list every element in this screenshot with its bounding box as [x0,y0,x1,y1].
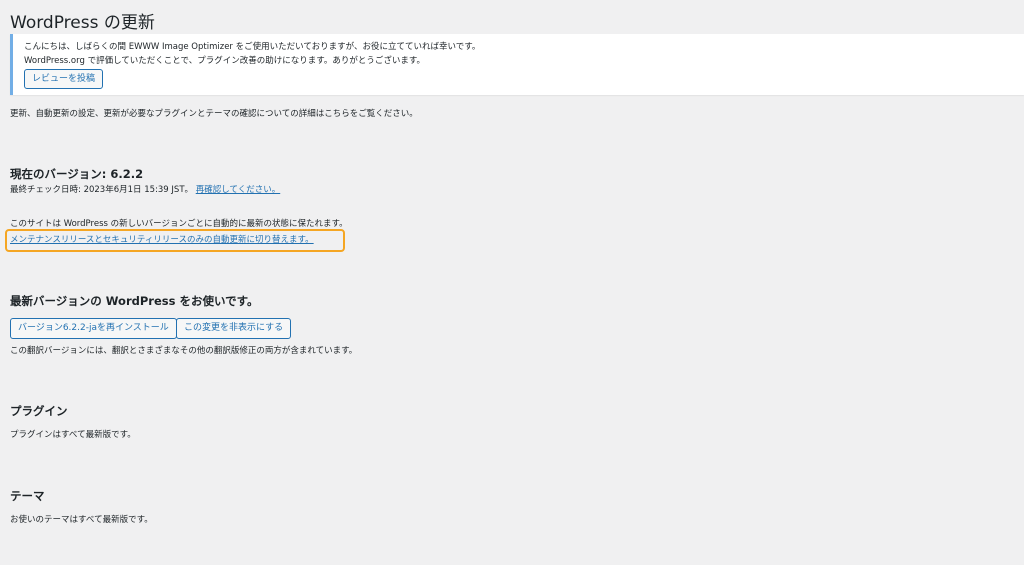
plugins-heading: プラグイン [10,404,68,418]
notice-message-line1: こんにちは、しばらくの間 EWWW Image Optimizer をご使用いた… [24,42,481,52]
themes-heading: テーマ [10,489,45,503]
post-review-button[interactable]: レビューを投稿 [24,69,104,89]
reinstall-button[interactable]: バージョン6.2.2-jaを再インストール [10,318,177,339]
translation-note: この翻訳バージョンには、翻訳とさまざまなその他の翻訳版修正の両方が含まれています… [10,346,358,356]
intro-text: 更新、自動更新の設定、更新が必要なプラグインとテーマの確認についての詳細はこちら… [10,109,418,119]
page-title: WordPress の更新 [10,13,155,33]
plugins-status: プラグインはすべて最新版です。 [10,430,136,440]
current-version-heading: 現在のバージョン: 6.2.2 [10,167,144,181]
themes-status: お使いのテーマはすべて最新版です。 [10,515,153,525]
review-notice: こんにちは、しばらくの間 EWWW Image Optimizer をご使用いた… [10,34,1024,95]
switch-auto-update-link[interactable]: メンテナンスリリースとセキュリティリリースのみの自動更新に切り替えます。 [10,234,314,246]
hide-update-button[interactable]: この変更を非表示にする [176,318,292,339]
latest-version-heading: 最新バージョンの WordPress をお使いです。 [10,294,259,308]
last-checked-text: 最終チェック日時: 2023年6月1日 15:39 JST。 [10,185,194,195]
last-checked-line: 最終チェック日時: 2023年6月1日 15:39 JST。 再確認してください… [10,184,280,196]
notice-message-line2: WordPress.org で評価していただくことで、プラグイン改善の助けになり… [24,56,426,66]
recheck-link[interactable]: 再確認してください。 [196,185,281,195]
